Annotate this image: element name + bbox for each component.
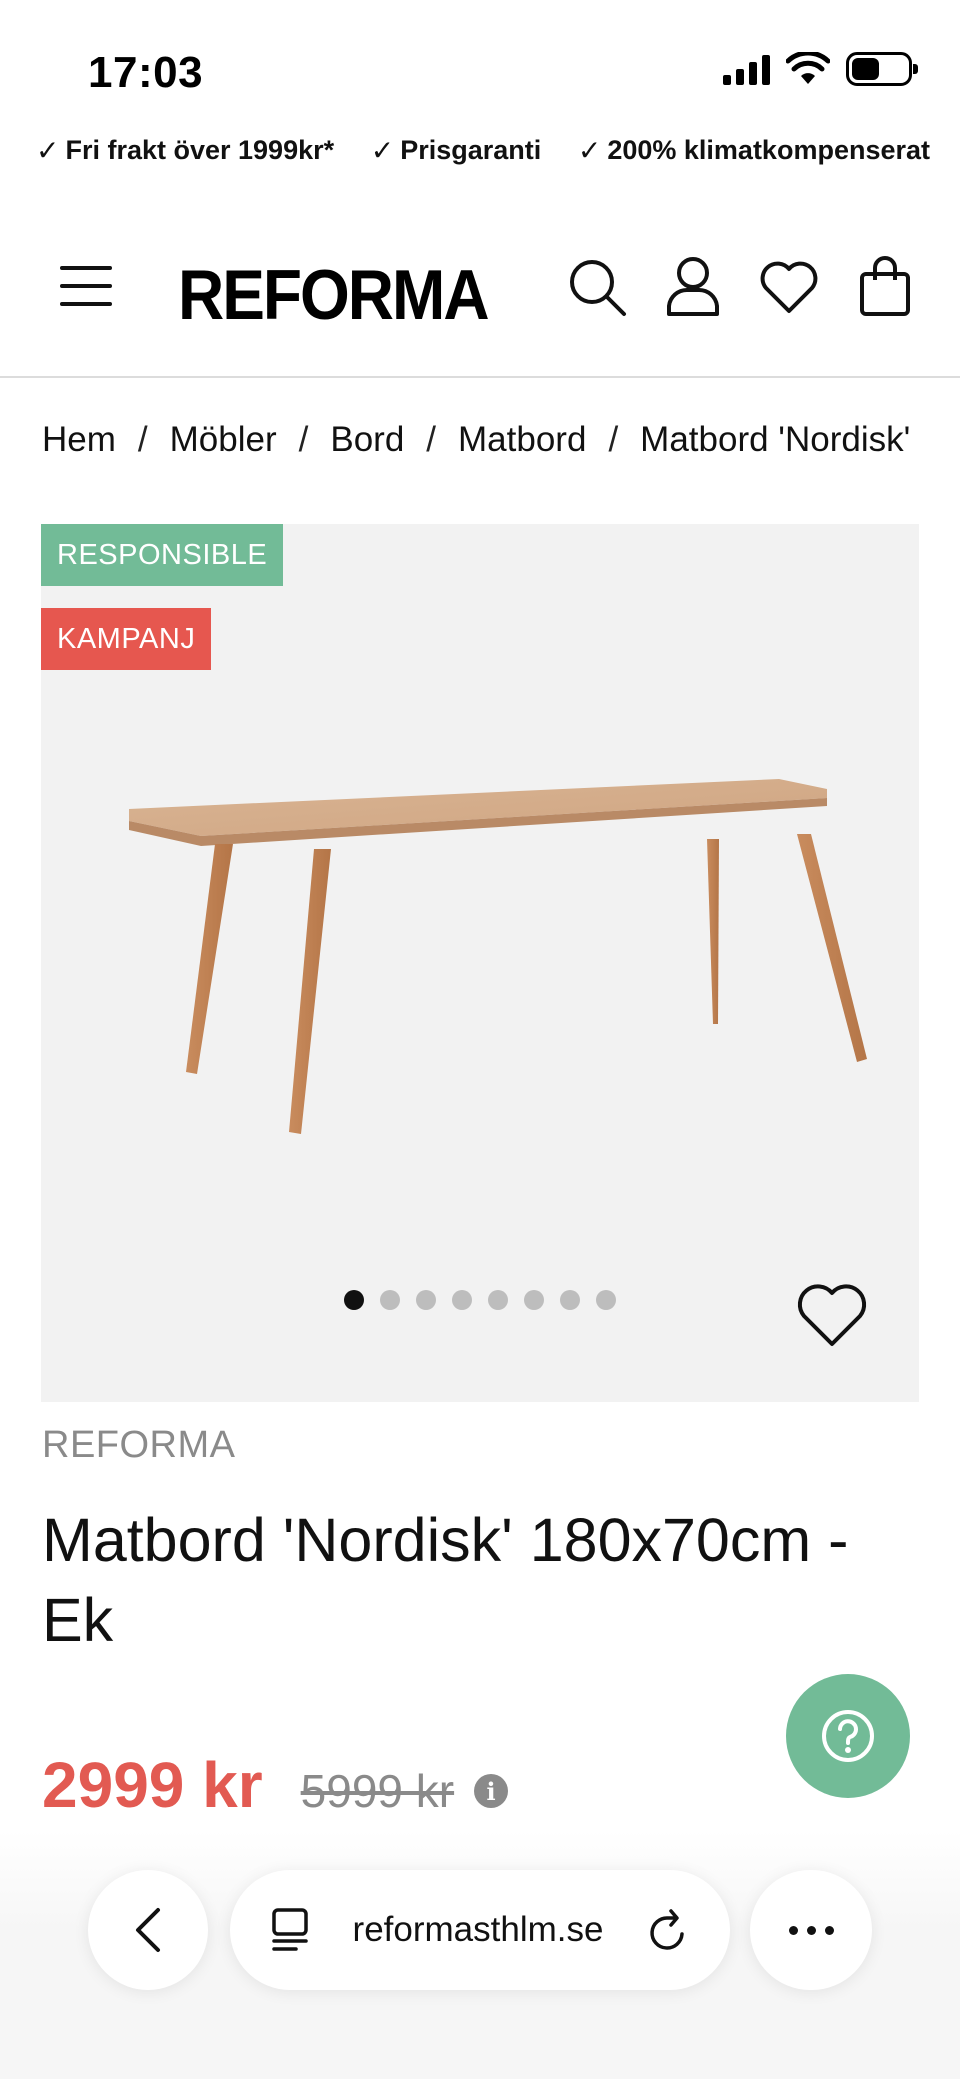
gallery-dot[interactable]: [452, 1290, 472, 1310]
check-icon: ✓: [36, 135, 60, 166]
gallery-dot[interactable]: [488, 1290, 508, 1310]
browser-toolbar: reformasthlm.se: [0, 1830, 960, 2079]
status-bar: 17:03: [0, 0, 960, 140]
breadcrumb-item[interactable]: Möbler: [170, 420, 277, 460]
gallery-dot[interactable]: [524, 1290, 544, 1310]
cellular-signal-icon: [723, 53, 770, 85]
price-row: 2999 kr 5999 kr i: [42, 1748, 509, 1822]
original-price: 5999 kr: [300, 1765, 455, 1817]
breadcrumb-separator: /: [298, 420, 309, 459]
breadcrumb: Hem / Möbler / Bord / Matbord / Matbord 'Nordisk…: [42, 420, 922, 460]
price-info-icon[interactable]: i: [474, 1774, 509, 1808]
breadcrumb-item[interactable]: Hem: [42, 420, 116, 460]
back-icon: [136, 1908, 160, 1952]
help-button[interactable]: [786, 1674, 910, 1798]
usp-label: 200% klimatkompenserat: [607, 135, 930, 165]
usp-label: Prisgaranti: [400, 135, 542, 165]
usp-item: ✓ 200% klimatkompenserat: [578, 134, 930, 167]
reload-icon[interactable]: [646, 1906, 690, 1954]
add-to-wishlist-heart-icon[interactable]: [795, 1282, 869, 1353]
current-price: 2999 kr: [42, 1749, 263, 1821]
site-header: REFORMA: [0, 240, 960, 378]
check-icon: ✓: [577, 135, 602, 166]
usp-bar: ✓ Fri frakt över 1999kr* ✓ Prisgaranti ✓…: [36, 134, 930, 167]
product-image-gallery[interactable]: RESPONSIBLE KAMPANJ: [41, 524, 919, 1402]
header-actions: [564, 254, 918, 320]
bag-icon[interactable]: [852, 254, 918, 320]
usp-item: ✓ Fri frakt över 1999kr*: [36, 134, 334, 167]
breadcrumb-current: Matbord 'Nordisk' 180x70cm - Ek: [640, 420, 922, 459]
question-icon: [822, 1710, 874, 1762]
usp-item: ✓ Prisgaranti: [371, 134, 542, 167]
tabs-icon[interactable]: [270, 1908, 310, 1952]
heart-icon[interactable]: [756, 254, 822, 320]
back-button[interactable]: [88, 1870, 208, 1990]
breadcrumb-item[interactable]: Matbord: [458, 420, 586, 460]
gallery-dot[interactable]: [416, 1290, 436, 1310]
address-bar[interactable]: reformasthlm.se: [230, 1870, 730, 1990]
more-icon[interactable]: [750, 1870, 872, 1990]
gallery-dot[interactable]: [380, 1290, 400, 1310]
gallery-dot[interactable]: [344, 1290, 364, 1310]
product-title: Matbord 'Nordisk' 180x70cm - Ek: [42, 1506, 849, 1654]
product-brand[interactable]: REFORMA: [42, 1424, 236, 1467]
battery-icon: [846, 52, 918, 86]
breadcrumb-separator: /: [608, 420, 619, 459]
breadcrumb-separator: /: [137, 420, 148, 459]
status-time: 17:03: [88, 48, 204, 97]
usp-label: Fri frakt över 1999kr*: [65, 135, 335, 165]
gallery-dot[interactable]: [596, 1290, 616, 1310]
search-icon[interactable]: [564, 254, 630, 320]
status-icons: [723, 52, 918, 86]
url-text[interactable]: reformasthlm.se: [310, 1910, 646, 1950]
menu-icon[interactable]: [60, 262, 112, 310]
check-icon: ✓: [370, 135, 395, 166]
responsible-badge: RESPONSIBLE: [41, 524, 284, 586]
logo[interactable]: REFORMA: [178, 254, 490, 335]
breadcrumb-item[interactable]: Bord: [330, 420, 404, 460]
product-image: [129, 779, 867, 1134]
gallery-pagination: [344, 1290, 616, 1310]
wifi-icon: [786, 52, 830, 84]
campaign-badge: KAMPANJ: [41, 608, 212, 670]
breadcrumb-separator: /: [426, 420, 437, 459]
account-icon[interactable]: [660, 254, 726, 320]
gallery-dot[interactable]: [560, 1290, 580, 1310]
